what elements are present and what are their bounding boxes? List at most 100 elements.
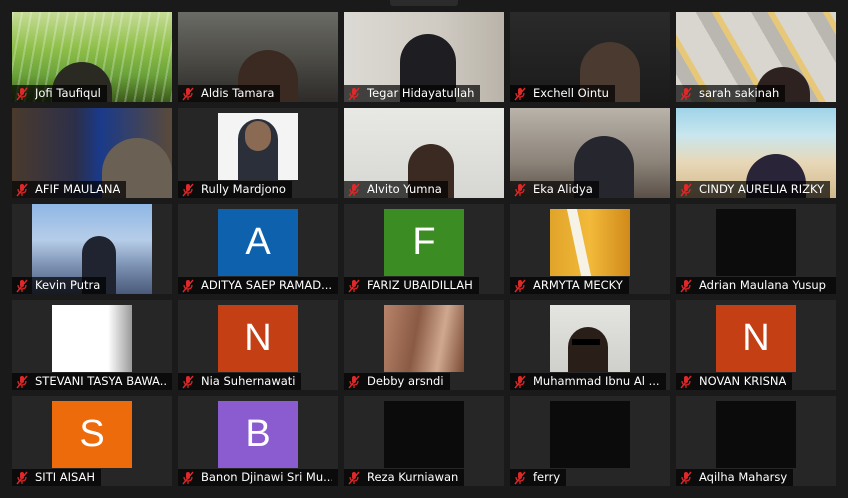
muted-mic-icon (182, 279, 194, 292)
participant-name: Debby arsndi (367, 374, 444, 388)
muted-mic-icon (514, 183, 526, 196)
name-label: Nia Suhernawati (178, 373, 302, 390)
name-label: Aldis Tamara (178, 85, 281, 102)
muted-mic-icon (16, 183, 28, 196)
participant-tile[interactable]: N Nia Suhernawati (178, 300, 338, 390)
participant-tile[interactable]: STEVANI TASYA BAWA... (12, 300, 172, 390)
muted-mic-icon (182, 87, 194, 100)
participant-tile[interactable]: Debby arsndi (344, 300, 504, 390)
participant-name: NOVAN KRISNA (699, 374, 787, 388)
participant-name: Kevin Putra (35, 278, 101, 292)
profile-photo (550, 401, 630, 468)
participant-name: sarah sakinah (699, 86, 780, 100)
profile-photo (384, 305, 464, 372)
muted-mic-icon (16, 375, 28, 388)
face (245, 121, 271, 151)
participant-tile[interactable]: Rully Mardjono (178, 108, 338, 198)
name-label: Exchell Ointu (510, 85, 615, 102)
participant-tile[interactable]: S SITI AISAH (12, 396, 172, 486)
participant-name: ferry (533, 470, 561, 484)
name-label: NOVAN KRISNA (676, 373, 793, 390)
participant-tile[interactable]: A ADITYA SAEP RAMAD... (178, 204, 338, 294)
profile-photo (52, 305, 132, 372)
muted-mic-icon (680, 87, 692, 100)
participant-tile[interactable]: B Banon Djinawi Sri Mu... (178, 396, 338, 486)
name-label: ARMYTA MECKY (510, 277, 629, 294)
participant-tile[interactable]: Reza Kurniawan (344, 396, 504, 486)
muted-mic-icon (514, 87, 526, 100)
name-label: STEVANI TASYA BAWA... (12, 373, 172, 390)
name-label: Alvito Yumna (344, 181, 448, 198)
participant-name: Rully Mardjono (201, 182, 286, 196)
muted-mic-icon (348, 375, 360, 388)
participant-name: Muhammad Ibnu Al ... (533, 374, 660, 388)
muted-mic-icon (182, 183, 194, 196)
gallery-view: Jofi Taufiqul Aldis Tamara Tegar Hidayat… (12, 12, 836, 486)
participant-name: Aqilha Maharsy (699, 470, 788, 484)
name-label: Adrian Maulana Yusup (676, 277, 836, 294)
muted-mic-icon (348, 471, 360, 484)
muted-mic-icon (16, 471, 28, 484)
muted-mic-icon (680, 471, 692, 484)
participant-tile[interactable]: CINDY AURELIA RIZKY (676, 108, 836, 198)
participant-name: Eka Alidya (533, 182, 593, 196)
muted-mic-icon (348, 183, 360, 196)
participant-name: ADITYA SAEP RAMAD... (201, 278, 332, 292)
participant-name: Jofi Taufiqul (35, 86, 101, 100)
participant-name: SITI AISAH (35, 470, 96, 484)
participant-name: AFIF MAULANA (35, 182, 121, 196)
participant-name: CINDY AURELIA RIZKY (699, 182, 825, 196)
sunglasses (572, 339, 600, 345)
name-label: Banon Djinawi Sri Mu... (178, 469, 338, 486)
name-label: CINDY AURELIA RIZKY (676, 181, 831, 198)
participant-tile[interactable]: Jofi Taufiqul (12, 12, 172, 102)
participant-name: Tegar Hidayatullah (367, 86, 475, 100)
participant-tile[interactable]: Aqilha Maharsy (676, 396, 836, 486)
muted-mic-icon (182, 471, 194, 484)
participant-name: ARMYTA MECKY (533, 278, 623, 292)
muted-mic-icon (16, 279, 28, 292)
participant-tile[interactable]: Aldis Tamara (178, 12, 338, 102)
name-label: AFIF MAULANA (12, 181, 127, 198)
muted-mic-icon (16, 87, 28, 100)
participant-tile[interactable]: ARMYTA MECKY (510, 204, 670, 294)
participant-name: Reza Kurniawan (367, 470, 459, 484)
profile-photo (218, 113, 298, 180)
participant-tile[interactable]: Exchell Ointu (510, 12, 670, 102)
name-label: Eka Alidya (510, 181, 599, 198)
participant-tile[interactable]: Eka Alidya (510, 108, 670, 198)
participant-name: Banon Djinawi Sri Mu... (201, 470, 332, 484)
avatar-letter: B (218, 401, 298, 468)
name-label: SITI AISAH (12, 469, 102, 486)
name-label: ADITYA SAEP RAMAD... (178, 277, 338, 294)
participant-tile[interactable]: sarah sakinah (676, 12, 836, 102)
participant-tile[interactable]: Muhammad Ibnu Al ... (510, 300, 670, 390)
muted-mic-icon (680, 375, 692, 388)
top-drag-handle[interactable] (390, 0, 458, 6)
name-label: Debby arsndi (344, 373, 450, 390)
profile-photo (384, 401, 464, 468)
name-label: FARIZ UBAIDILLAH (344, 277, 479, 294)
avatar-letter: F (384, 209, 464, 276)
participant-tile[interactable]: Alvito Yumna (344, 108, 504, 198)
name-label: Jofi Taufiqul (12, 85, 107, 102)
participant-tile[interactable]: N NOVAN KRISNA (676, 300, 836, 390)
participant-tile[interactable]: Kevin Putra (12, 204, 172, 294)
profile-photo (550, 209, 630, 276)
profile-photo (550, 305, 630, 372)
muted-mic-icon (348, 279, 360, 292)
name-label: Aqilha Maharsy (676, 469, 794, 486)
name-label: sarah sakinah (676, 85, 786, 102)
participant-tile[interactable]: Adrian Maulana Yusup (676, 204, 836, 294)
participant-name: Adrian Maulana Yusup (699, 278, 826, 292)
muted-mic-icon (514, 375, 526, 388)
avatar-letter: A (218, 209, 298, 276)
name-label: Muhammad Ibnu Al ... (510, 373, 666, 390)
participant-tile[interactable]: F FARIZ UBAIDILLAH (344, 204, 504, 294)
participant-tile[interactable]: ferry (510, 396, 670, 486)
person-silhouette (568, 327, 608, 372)
name-label: Tegar Hidayatullah (344, 85, 481, 102)
participant-name: Alvito Yumna (367, 182, 442, 196)
participant-tile[interactable]: AFIF MAULANA (12, 108, 172, 198)
participant-tile[interactable]: Tegar Hidayatullah (344, 12, 504, 102)
